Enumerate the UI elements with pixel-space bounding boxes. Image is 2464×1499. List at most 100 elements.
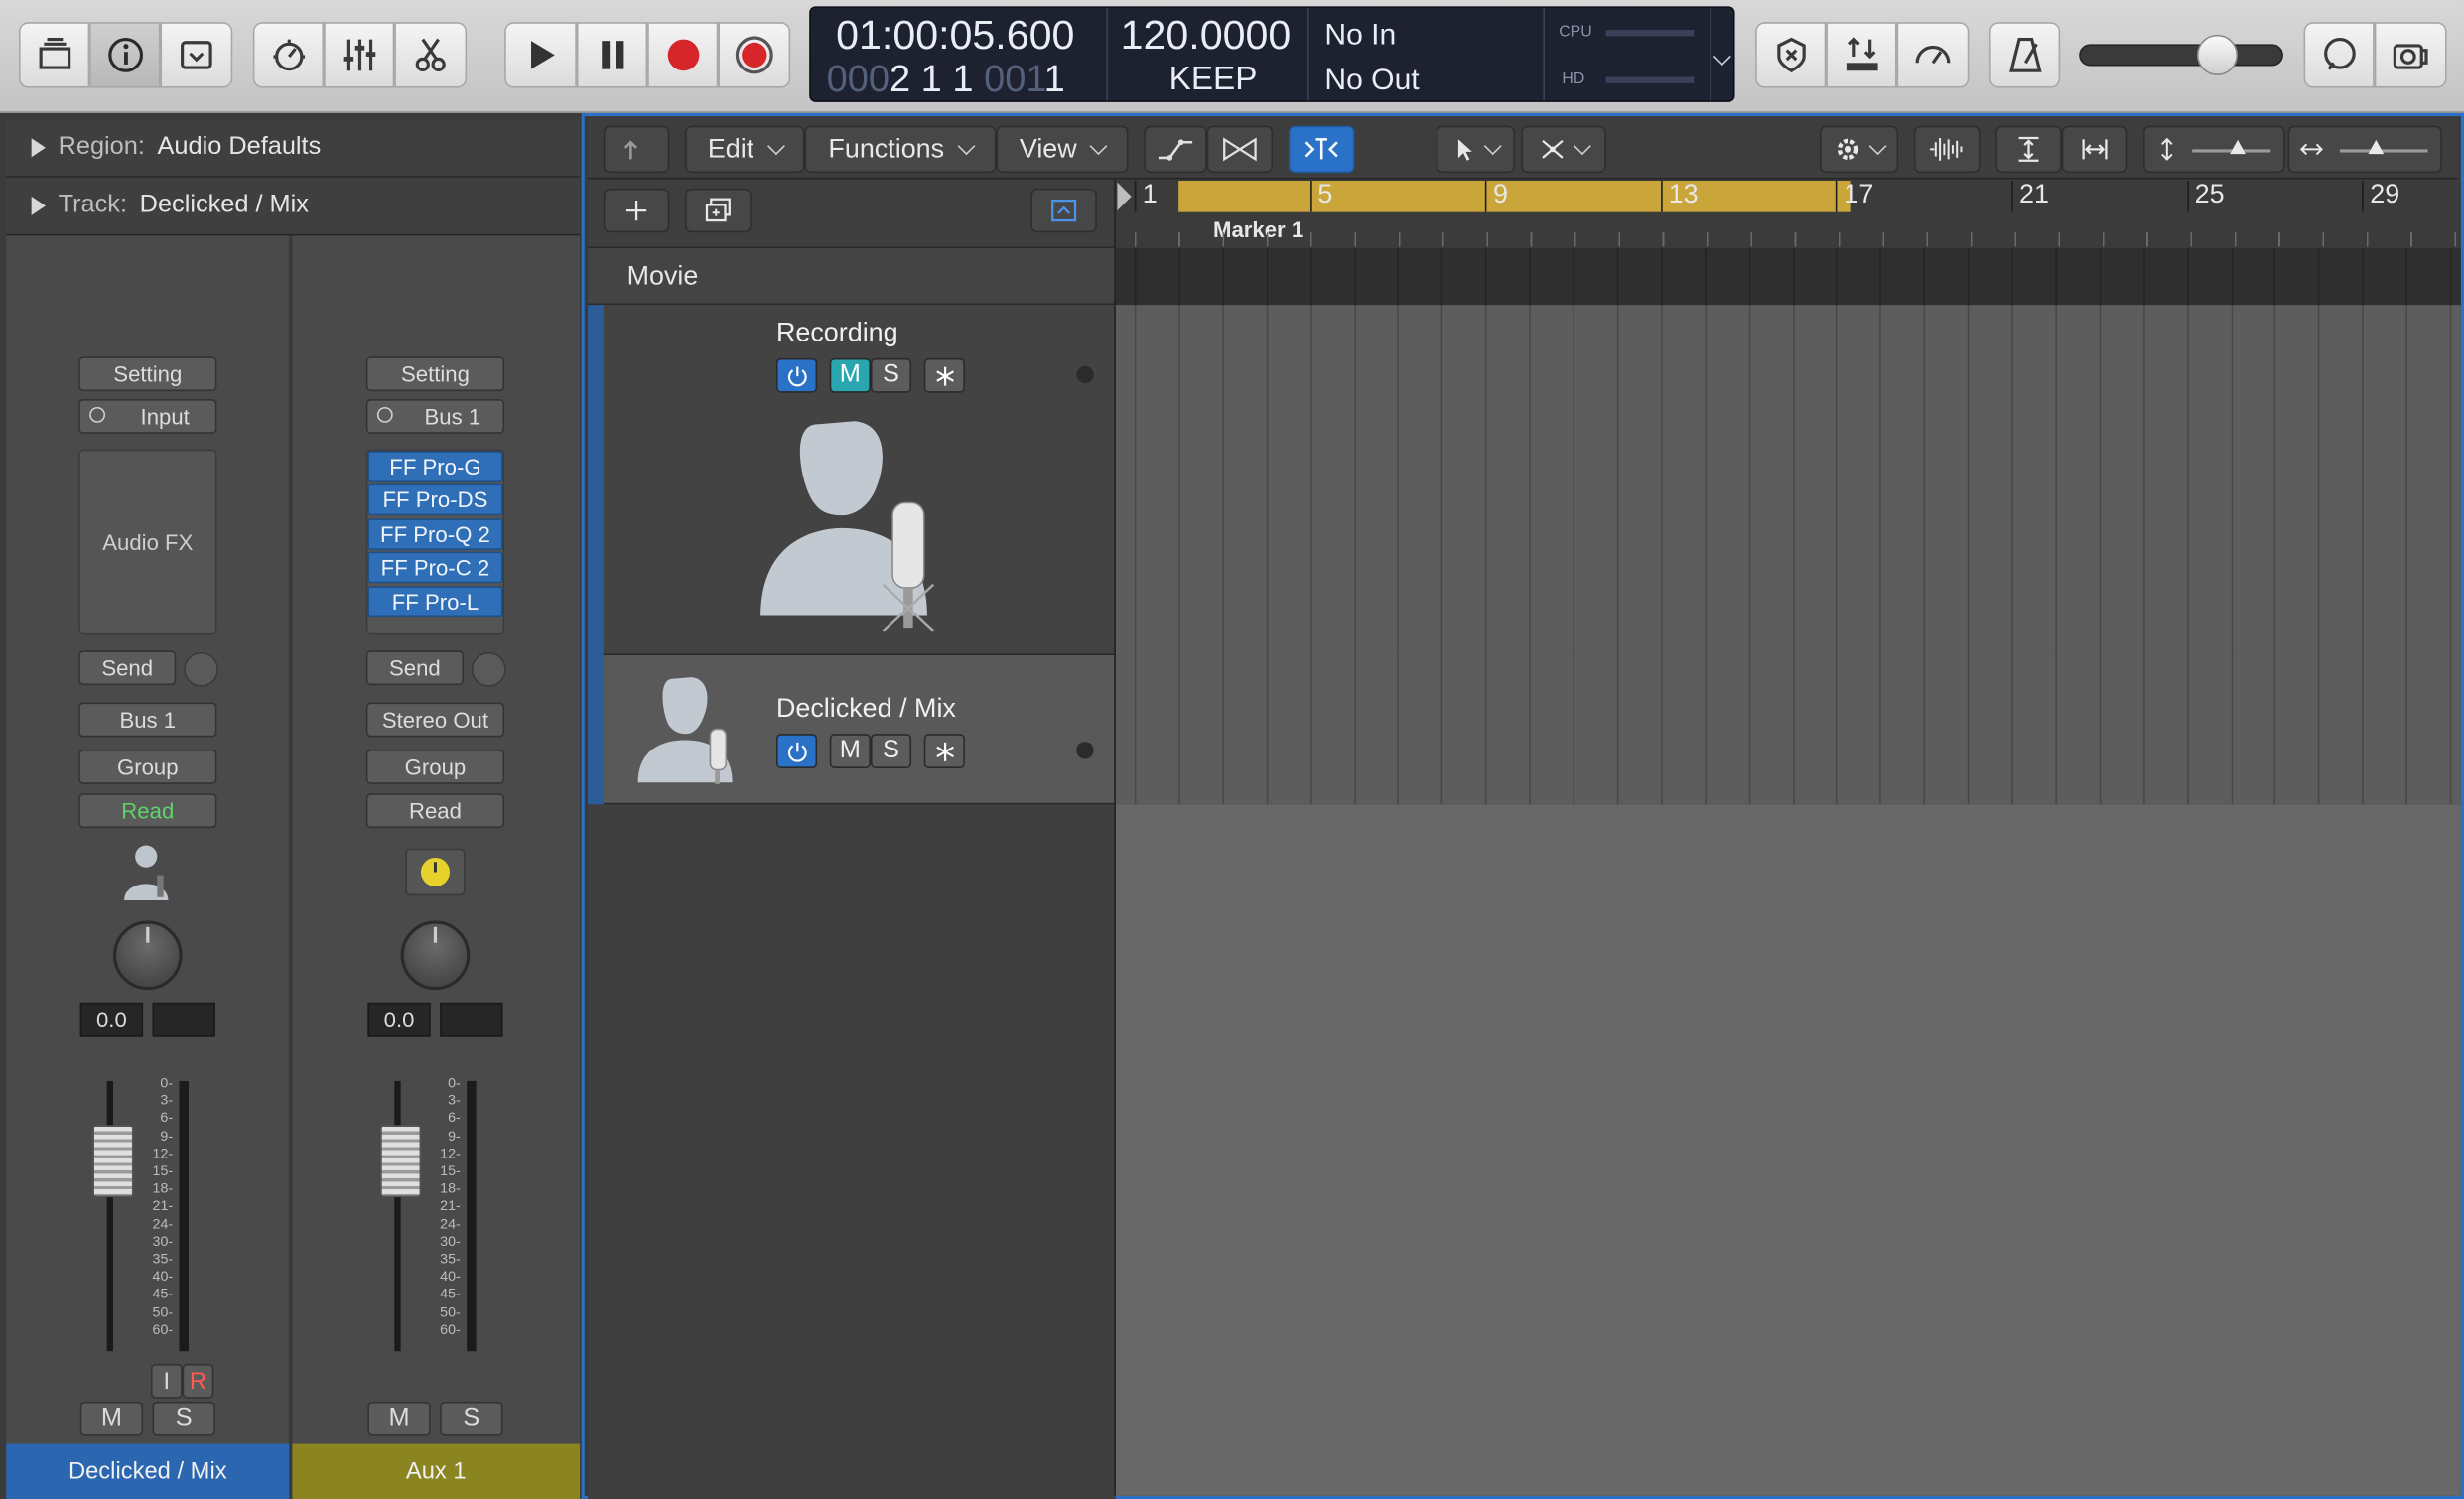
track-name[interactable]: Declicked / Mix bbox=[776, 693, 956, 725]
track-lane-declicked-mix[interactable] bbox=[1115, 655, 2461, 806]
volume-fader-track[interactable] bbox=[106, 1080, 113, 1352]
mixer-button[interactable] bbox=[324, 22, 395, 88]
left-click-tool[interactable] bbox=[1436, 125, 1515, 174]
catch-playhead-button[interactable] bbox=[1288, 125, 1355, 174]
solo-button[interactable]: S bbox=[440, 1401, 503, 1436]
track-name[interactable]: Recording bbox=[776, 318, 898, 349]
duplicate-track-button[interactable] bbox=[685, 188, 752, 233]
track-solo-button[interactable]: S bbox=[870, 734, 912, 768]
plugin-slot[interactable]: FF Pro-C 2 bbox=[367, 551, 503, 584]
track-solo-button[interactable]: S bbox=[870, 357, 912, 393]
metronome-button[interactable] bbox=[1988, 22, 2061, 88]
input-slot[interactable]: Bus 1 bbox=[365, 399, 505, 434]
library-button[interactable] bbox=[18, 22, 90, 88]
automation-mode[interactable]: Read bbox=[365, 793, 505, 829]
disclosure-triangle-icon[interactable] bbox=[31, 196, 46, 215]
import-button[interactable] bbox=[1826, 22, 1897, 88]
volume-fader-handle[interactable] bbox=[380, 1125, 422, 1198]
movie-global-track[interactable]: Movie bbox=[588, 248, 1116, 306]
audio-fx-slot[interactable]: Audio FX bbox=[78, 449, 217, 635]
master-volume-handle[interactable] bbox=[2196, 34, 2239, 75]
notes-button[interactable] bbox=[2303, 22, 2375, 88]
track-icon[interactable] bbox=[405, 848, 466, 896]
command-click-tool[interactable] bbox=[1521, 125, 1606, 174]
send-slot[interactable]: Send bbox=[365, 650, 464, 686]
fit-vertical-button[interactable] bbox=[1995, 125, 2062, 174]
snap-settings-button[interactable] bbox=[1819, 125, 1899, 174]
empty-tracks-area[interactable] bbox=[1115, 804, 2461, 1496]
track-icon[interactable] bbox=[119, 841, 176, 903]
group-slot[interactable]: Group bbox=[78, 749, 217, 784]
horizontal-zoom-handle[interactable] bbox=[2368, 139, 2385, 155]
track-mute-button[interactable]: M bbox=[829, 734, 871, 768]
lcd-chevron-down-icon[interactable] bbox=[1712, 43, 1731, 70]
play-button[interactable] bbox=[504, 22, 577, 88]
plugin-slot[interactable]: FF Pro-DS bbox=[367, 483, 503, 516]
cycle-region[interactable] bbox=[1178, 181, 1851, 212]
meter-button[interactable] bbox=[1896, 22, 1970, 88]
fit-horizontal-button[interactable] bbox=[2061, 125, 2128, 174]
vertical-zoom-slider[interactable] bbox=[2143, 125, 2285, 174]
pause-button[interactable] bbox=[576, 22, 648, 88]
region-inspector-row[interactable]: Region: Audio Defaults bbox=[6, 119, 581, 178]
playhead-triangle-icon[interactable] bbox=[1117, 182, 1132, 211]
track-mute-button[interactable]: M bbox=[829, 357, 871, 393]
track-on-off-button[interactable] bbox=[775, 734, 818, 768]
disclosure-triangle-icon[interactable] bbox=[31, 138, 46, 158]
pan-knob[interactable] bbox=[112, 920, 183, 991]
track-inspector-row[interactable]: Track: Declicked / Mix bbox=[6, 177, 581, 236]
volume-value[interactable]: 0.0 bbox=[79, 1002, 144, 1037]
volume-value[interactable]: 0.0 bbox=[367, 1002, 431, 1037]
loops-button[interactable] bbox=[2374, 22, 2447, 88]
master-volume-slider[interactable] bbox=[2079, 44, 2283, 67]
automation-button[interactable] bbox=[1144, 125, 1207, 174]
smart-controls-button[interactable] bbox=[252, 22, 325, 88]
record-indicator[interactable] bbox=[1076, 365, 1094, 384]
mute-button[interactable]: M bbox=[79, 1401, 144, 1436]
volume-fader-track[interactable] bbox=[394, 1080, 401, 1352]
horizontal-zoom-slider[interactable] bbox=[2287, 125, 2442, 174]
pan-knob[interactable] bbox=[400, 920, 471, 991]
track-freeze-button[interactable] bbox=[923, 734, 965, 768]
volume-fader-handle[interactable] bbox=[92, 1125, 134, 1198]
edit-menu[interactable]: Edit bbox=[685, 125, 805, 174]
record-enable-button[interactable]: R bbox=[182, 1363, 214, 1399]
vertical-zoom-handle[interactable] bbox=[2230, 139, 2246, 155]
track-lane-recording[interactable] bbox=[1115, 305, 2461, 657]
input-monitor-button[interactable]: I bbox=[150, 1363, 183, 1399]
lcd-display[interactable]: 01:00:05.600 0002 1 1 0011 120.0000 KEEP… bbox=[809, 6, 1735, 102]
setting-button[interactable]: Setting bbox=[78, 356, 217, 392]
send-level-knob[interactable] bbox=[184, 651, 219, 687]
send-level-knob[interactable] bbox=[471, 651, 506, 687]
automation-mode[interactable]: Read bbox=[78, 793, 217, 829]
channel-name[interactable]: Aux 1 bbox=[292, 1443, 581, 1499]
back-button[interactable] bbox=[603, 125, 670, 174]
track-freeze-button[interactable] bbox=[923, 357, 965, 393]
list-editors-button[interactable] bbox=[1755, 22, 1827, 88]
output-slot[interactable]: Stereo Out bbox=[365, 702, 505, 738]
mute-button[interactable]: M bbox=[367, 1401, 431, 1436]
track-on-off-button[interactable] bbox=[775, 357, 818, 393]
global-tracks-button[interactable] bbox=[1030, 188, 1097, 233]
output-slot[interactable]: Bus 1 bbox=[78, 702, 217, 738]
plugin-slot[interactable]: FF Pro-Q 2 bbox=[367, 518, 503, 550]
group-slot[interactable]: Group bbox=[365, 749, 505, 784]
functions-menu[interactable]: Functions bbox=[804, 125, 997, 174]
movie-lane[interactable] bbox=[1115, 248, 2461, 307]
editors-button[interactable] bbox=[394, 22, 468, 88]
record-button[interactable] bbox=[647, 22, 719, 88]
inspector-button[interactable] bbox=[89, 22, 161, 88]
channel-name[interactable]: Declicked / Mix bbox=[6, 1443, 290, 1499]
toolbar-button[interactable] bbox=[160, 22, 233, 88]
input-slot[interactable]: Input bbox=[78, 399, 217, 434]
send-slot[interactable]: Send bbox=[78, 650, 177, 686]
plugin-slot[interactable]: FF Pro-L bbox=[367, 586, 503, 618]
setting-button[interactable]: Setting bbox=[365, 356, 505, 392]
flex-button[interactable] bbox=[1206, 125, 1274, 174]
add-track-button[interactable] bbox=[603, 188, 670, 233]
waveform-zoom-button[interactable] bbox=[1913, 125, 1981, 174]
plugin-slot[interactable]: FF Pro-G bbox=[367, 451, 503, 482]
capture-recording-button[interactable] bbox=[718, 22, 791, 88]
solo-button[interactable]: S bbox=[152, 1401, 215, 1436]
view-menu[interactable]: View bbox=[996, 125, 1129, 174]
